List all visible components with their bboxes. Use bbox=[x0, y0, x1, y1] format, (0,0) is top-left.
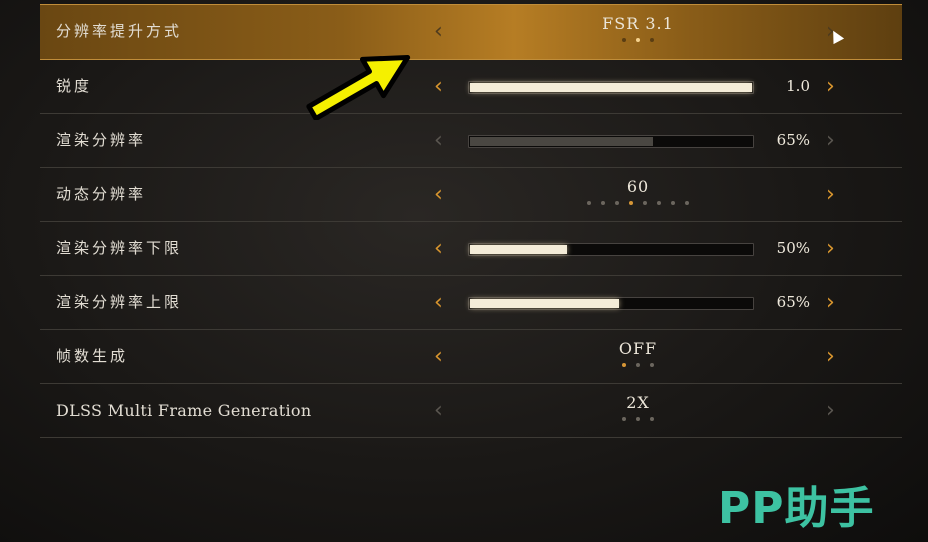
slider-fill bbox=[470, 299, 619, 308]
slider-value: 65% bbox=[776, 131, 810, 149]
option-dots bbox=[468, 38, 808, 42]
option-dot bbox=[622, 38, 626, 42]
left-arrow-icon[interactable]: ‹ bbox=[434, 222, 443, 275]
left-arrow-icon[interactable]: ‹ bbox=[434, 60, 443, 113]
right-arrow-icon[interactable]: › bbox=[826, 60, 835, 113]
option-dot bbox=[671, 201, 675, 205]
option-dot bbox=[643, 201, 647, 205]
option-dot bbox=[685, 201, 689, 205]
option-dots bbox=[468, 201, 808, 205]
option-dot bbox=[622, 363, 626, 367]
option-value: 60 bbox=[626, 177, 650, 196]
setting-label: 锐度 bbox=[56, 77, 93, 95]
option-value: FSR 3.1 bbox=[602, 14, 674, 33]
option-value: OFF bbox=[618, 339, 658, 358]
right-arrow-icon[interactable]: › bbox=[826, 384, 835, 437]
settings-panel: 分辨率提升方式 ‹ › FSR 3.1 锐度 ‹ › 1.0 渲染分辨率 ‹ › 65% 动态分辨率 ‹ ›… bbox=[40, 4, 902, 438]
option-dot bbox=[601, 201, 605, 205]
left-arrow-icon[interactable]: ‹ bbox=[434, 384, 443, 437]
setting-row[interactable]: 渲染分辨率下限 ‹ › 50% bbox=[40, 222, 902, 276]
setting-row[interactable]: 渲染分辨率 ‹ › 65% bbox=[40, 114, 902, 168]
option-value: 2X bbox=[626, 393, 650, 412]
left-arrow-icon[interactable]: ‹ bbox=[434, 5, 443, 58]
setting-row[interactable]: 动态分辨率 ‹ › 60 bbox=[40, 168, 902, 222]
slider-value: 65% bbox=[776, 293, 810, 311]
option-dot bbox=[636, 38, 640, 42]
right-arrow-icon[interactable]: › bbox=[826, 114, 835, 167]
slider-value: 50% bbox=[776, 239, 810, 257]
yellow-callout-arrow-icon bbox=[306, 55, 411, 120]
setting-row[interactable]: 分辨率提升方式 ‹ › FSR 3.1 bbox=[40, 4, 902, 60]
setting-label: 渲染分辨率下限 bbox=[56, 239, 183, 257]
option-dot bbox=[587, 201, 591, 205]
setting-label: 渲染分辨率上限 bbox=[56, 293, 183, 311]
setting-label: 帧数生成 bbox=[56, 347, 129, 365]
slider-track[interactable] bbox=[468, 297, 754, 310]
option-dot bbox=[636, 417, 640, 421]
right-arrow-icon[interactable]: › bbox=[826, 222, 835, 275]
option-dot bbox=[622, 417, 626, 421]
right-arrow-icon[interactable]: › bbox=[826, 168, 835, 221]
slider-fill bbox=[470, 137, 653, 146]
option-dots bbox=[468, 363, 808, 367]
option-dot bbox=[657, 201, 661, 205]
left-arrow-icon[interactable]: ‹ bbox=[434, 276, 443, 329]
slider-track[interactable] bbox=[468, 81, 754, 94]
option-dot bbox=[636, 363, 640, 367]
slider-value: 1.0 bbox=[786, 77, 810, 95]
setting-row[interactable]: DLSS Multi Frame Generation ‹ › 2X bbox=[40, 384, 902, 438]
option-dot bbox=[650, 417, 654, 421]
option-dot bbox=[650, 363, 654, 367]
option-dots bbox=[468, 417, 808, 421]
right-arrow-icon[interactable]: › bbox=[826, 276, 835, 329]
setting-label: 分辨率提升方式 bbox=[56, 22, 183, 40]
slider-track[interactable] bbox=[468, 135, 754, 148]
left-arrow-icon[interactable]: ‹ bbox=[434, 330, 443, 383]
option-dot bbox=[615, 201, 619, 205]
setting-row[interactable]: 帧数生成 ‹ › OFF bbox=[40, 330, 902, 384]
left-arrow-icon[interactable]: ‹ bbox=[434, 168, 443, 221]
setting-label: DLSS Multi Frame Generation bbox=[56, 401, 312, 420]
setting-label: 渲染分辨率 bbox=[56, 131, 147, 149]
setting-label: 动态分辨率 bbox=[56, 185, 147, 203]
watermark-logo: PP助手 bbox=[718, 483, 875, 534]
slider-track[interactable] bbox=[468, 243, 754, 256]
option-dot bbox=[629, 201, 633, 205]
left-arrow-icon[interactable]: ‹ bbox=[434, 114, 443, 167]
option-dot bbox=[650, 38, 654, 42]
setting-row[interactable]: 渲染分辨率上限 ‹ › 65% bbox=[40, 276, 902, 330]
slider-fill bbox=[470, 245, 567, 254]
right-arrow-icon[interactable]: › bbox=[826, 330, 835, 383]
slider-fill bbox=[470, 83, 752, 92]
setting-row[interactable]: 锐度 ‹ › 1.0 bbox=[40, 60, 902, 114]
